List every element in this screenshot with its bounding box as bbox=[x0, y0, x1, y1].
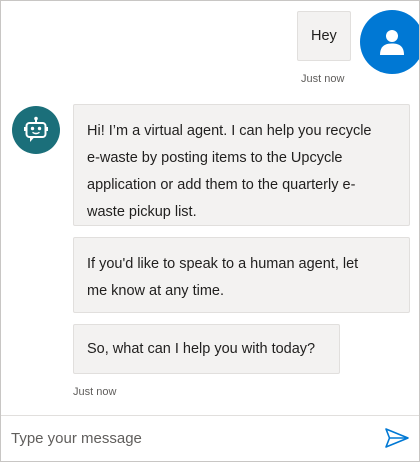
message-composer bbox=[1, 415, 419, 461]
robot-icon bbox=[24, 116, 48, 142]
chat-transcript[interactable]: Hey Just now Hi! I’m a virtual agent. I … bbox=[1, 1, 419, 415]
bot-message-line: If you'd like to speak to a human agent,… bbox=[87, 256, 359, 272]
bot-message-line: waste pickup list. bbox=[87, 204, 197, 220]
user-avatar bbox=[360, 10, 419, 74]
bot-message-line: So, what can I help you with today? bbox=[87, 341, 316, 357]
person-icon bbox=[380, 30, 404, 55]
user-message-text: Hey bbox=[311, 28, 337, 44]
bot-message-bubble: So, what can I help you with today? bbox=[73, 324, 340, 374]
send-icon bbox=[385, 428, 409, 448]
bot-message-timestamp: Just now bbox=[73, 386, 117, 398]
bot-message-line: me know at any time. bbox=[87, 283, 224, 299]
bot-message-line: e-waste by posting items to the Upcycle bbox=[87, 150, 343, 166]
bot-avatar bbox=[12, 106, 60, 154]
message-input[interactable] bbox=[11, 424, 371, 452]
bot-message-bubble: If you'd like to speak to a human agent,… bbox=[73, 237, 410, 313]
bot-message-line: Hi! I’m a virtual agent. I can help you … bbox=[87, 123, 372, 139]
chat-window: Hey Just now Hi! I’m a virtual agent. I … bbox=[0, 0, 420, 462]
bot-message-line: application or add them to the quarterly… bbox=[87, 177, 356, 193]
user-message-timestamp: Just now bbox=[301, 73, 345, 85]
user-message-bubble: Hey bbox=[297, 11, 351, 61]
bot-message-bubble: Hi! I’m a virtual agent. I can help you … bbox=[73, 104, 410, 226]
send-button[interactable] bbox=[383, 425, 411, 451]
